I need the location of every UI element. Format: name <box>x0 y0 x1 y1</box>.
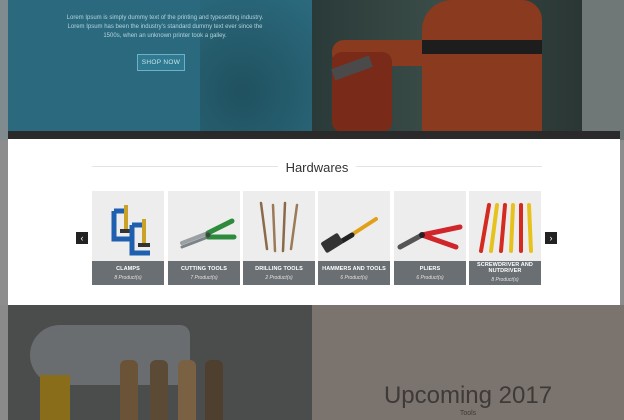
category-tile-cutting-tools[interactable]: CUTTING TOOLS 7 Product(s) <box>168 191 240 285</box>
category-name: SCREWDRIVER AND NUTDRIVER <box>477 262 533 274</box>
category-tile-hammers-and-tools[interactable]: HAMMERS AND TOOLS 6 Product(s) <box>318 191 390 285</box>
category-tile-drilling-tools[interactable]: DRILLING TOOLS 2 Product(s) <box>243 191 315 285</box>
pruning-shears-image <box>180 218 237 249</box>
category-tile-screwdriver-and-nutdriver[interactable]: SCREWDRIVER AND NUTDRIVER 8 Product(s) <box>469 191 541 285</box>
hammer-image <box>321 217 378 253</box>
category-count: 2 Product(s) <box>265 275 293 281</box>
chevron-right-icon: › <box>549 233 553 243</box>
screwdrivers-image <box>479 203 533 253</box>
tools-banner-image <box>0 305 312 420</box>
hero-banner-left: Lorem Ipsum is simply dummy text of the … <box>0 0 312 140</box>
drill-bits-image <box>259 201 299 253</box>
category-tile-pliers[interactable]: PLIERS 6 Product(s) <box>394 191 466 285</box>
category-name: CLAMPS <box>116 266 140 272</box>
category-name: CUTTING TOOLS <box>180 266 228 272</box>
category-count: 7 Product(s) <box>190 275 218 281</box>
category-count: 6 Product(s) <box>416 275 444 281</box>
upcoming-banner: Upcoming 2017 Tools <box>312 305 624 420</box>
category-name: PLIERS <box>419 266 441 272</box>
category-name: HAMMERS AND TOOLS <box>322 266 386 272</box>
upcoming-subtitle: Tools <box>459 410 477 417</box>
carousel-prev-button[interactable]: ‹ <box>76 232 88 244</box>
category-count: 8 Product(s) <box>491 277 519 283</box>
chevron-left-icon: ‹ <box>80 233 84 243</box>
carousel-next-button[interactable]: › <box>545 232 557 244</box>
category-tile-clamps[interactable]: CLAMPS 8 Product(s) <box>92 191 164 285</box>
category-count: 6 Product(s) <box>340 275 368 281</box>
category-count: 8 Product(s) <box>114 275 142 281</box>
upcoming-title: Upcoming 2017 <box>383 382 553 409</box>
hero-banner-image <box>312 0 624 140</box>
section-title: Hardwares <box>277 160 357 175</box>
hero-text: Lorem Ipsum is simply dummy text of the … <box>66 15 264 39</box>
shop-now-button[interactable]: SHOP NOW <box>137 54 185 71</box>
pliers-image <box>397 224 463 250</box>
clamp-image <box>111 205 150 256</box>
category-name: DRILLING TOOLS <box>255 266 303 272</box>
